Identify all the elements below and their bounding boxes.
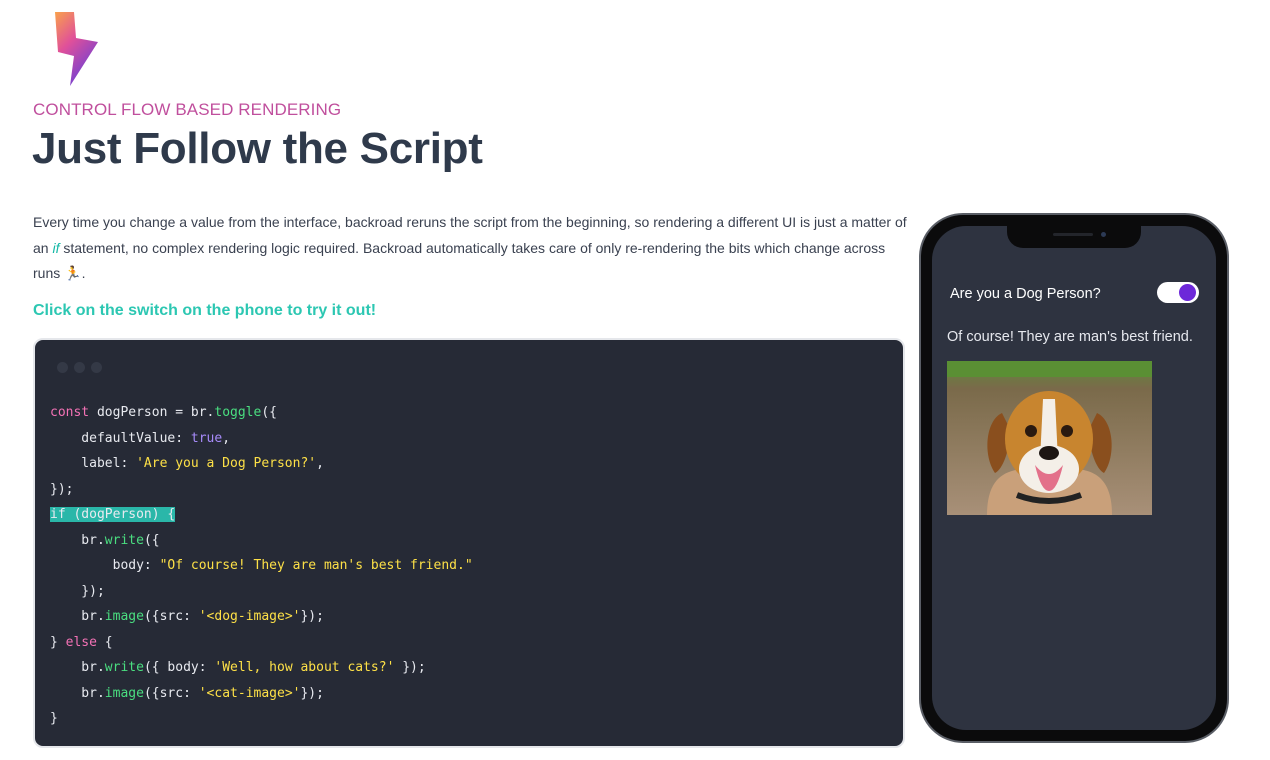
- description-text-2: statement, no complex rendering logic re…: [33, 239, 886, 282]
- if-condition-highlight: if (dogPerson) {: [50, 507, 176, 522]
- camera-icon: [1101, 232, 1106, 237]
- phone-notch: [1007, 226, 1141, 248]
- speaker-icon: [1053, 233, 1093, 236]
- phone-screen: Are you a Dog Person? Of course! They ar…: [932, 226, 1216, 730]
- toggle-knob: [1179, 284, 1196, 301]
- lightning-bolt-logo-icon: [55, 12, 98, 86]
- code-line: });: [50, 583, 105, 599]
- code-block: const dogPerson = br.toggle({ defaultVal…: [50, 400, 473, 732]
- window-dot-icon: [74, 362, 85, 373]
- window-dot-icon: [57, 362, 68, 373]
- runner-emoji-icon: 🏃: [64, 265, 82, 281]
- window-dot-icon: [91, 362, 102, 373]
- dog-image: [947, 361, 1152, 515]
- code-line: body: "Of course! They are man's best fr…: [50, 558, 473, 573]
- code-line: br.write({ body: 'Well, how about cats?'…: [50, 660, 426, 675]
- code-window: const dogPerson = br.toggle({ defaultVal…: [33, 338, 905, 748]
- code-line: defaultValue: true,: [50, 430, 231, 446]
- phone-mockup: Are you a Dog Person? Of course! They ar…: [919, 213, 1229, 743]
- section-description: Every time you change a value from the i…: [33, 214, 907, 282]
- code-line-highlighted: if (dogPerson) {: [50, 502, 473, 528]
- dog-person-toggle[interactable]: [1157, 282, 1199, 303]
- code-line: label: 'Are you a Dog Person?',: [50, 456, 324, 471]
- section-eyebrow: CONTROL FLOW BASED RENDERING: [33, 100, 342, 119]
- code-line: br.image({src: '<cat-image>'});: [50, 685, 324, 701]
- code-line: br.image({src: '<dog-image>'});: [50, 609, 324, 624]
- page-title: Just Follow the Script: [32, 124, 483, 173]
- code-line: const dogPerson = br.toggle({: [50, 405, 277, 420]
- code-line: }: [50, 711, 58, 726]
- code-line: } else {: [50, 634, 113, 650]
- code-line: br.write({: [50, 532, 160, 548]
- try-it-cta[interactable]: Click on the switch on the phone to try …: [33, 302, 376, 320]
- code-line: });: [50, 481, 74, 497]
- phone-output-text: Of course! They are man's best friend.: [947, 329, 1193, 345]
- window-controls: [57, 360, 108, 378]
- dog-person-toggle-label: Are you a Dog Person?: [950, 286, 1101, 302]
